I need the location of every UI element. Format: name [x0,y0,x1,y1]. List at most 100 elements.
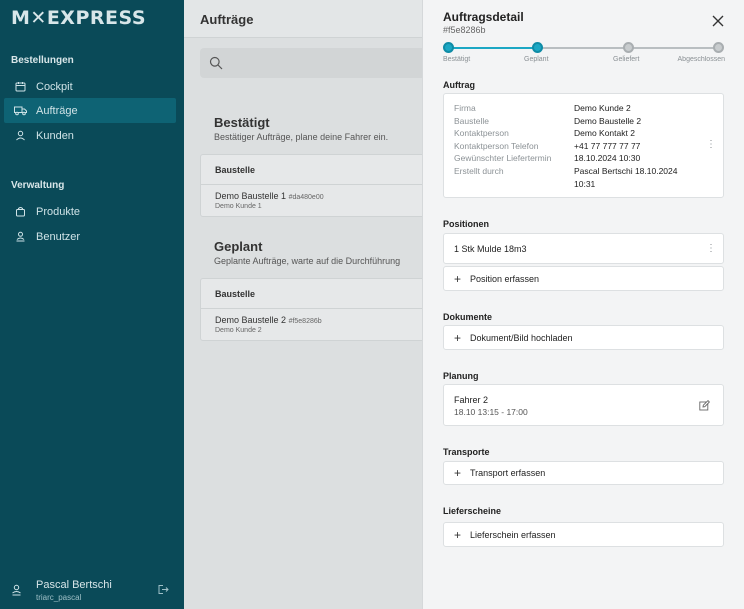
section-title-positionen: Positionen [443,219,490,229]
row-customer: Demo Kunde 2 [215,327,262,334]
order-fields: Firma Demo Kunde 2 Baustelle Demo Baustell… [454,102,699,190]
edit-icon[interactable] [699,399,711,414]
add-delivery-note-label: Lieferschein erfassen [470,529,556,540]
field-value: Demo Kunde 2 [574,103,631,113]
detail-title: Auftragsdetail [443,10,524,24]
step-dot-abgeschlossen [713,42,724,53]
field-label: Firma [454,103,476,113]
group-subtitle: Geplante Aufträge, warte auf die Durchfü… [214,256,401,266]
search-input[interactable] [200,48,460,78]
plus-icon: + [454,527,462,542]
upload-document-label: Dokument/Bild hochladen [470,332,573,343]
field-label: Kontaktperson [454,128,509,139]
page-title: Aufträge [200,12,254,27]
step-dot-geplant [532,42,543,53]
field-label: Gewünschter Liefertermin [454,153,552,164]
field-label: Erstellt durch [454,165,504,176]
more-options-icon[interactable]: ⋮ [706,244,716,254]
table-row[interactable]: Demo Baustelle 2 #f5e8286b Demo Kunde 2 [201,309,459,340]
sidebar-item-label: Produkte [36,205,81,218]
plus-icon: + [454,330,462,345]
order-detail-panel: Auftragsdetail #f5e8286b Bestätigt Gepla… [422,0,744,609]
section-title-planung: Planung [443,371,479,381]
sidebar-item-label: Benutzer [36,230,81,243]
sidebar-section-verwaltung: Verwaltung [11,180,65,191]
add-transport-button[interactable]: + Transport erfassen [443,461,724,485]
section-title-dokumente: Dokumente [443,312,493,322]
orders-table-bestaetigt: Baustelle Demo Baustelle 1 #da480e00 Dem… [200,154,460,217]
group-subtitle: Bestätiger Aufträge, plane deine Fahrer … [214,132,389,142]
more-options-icon[interactable]: ⋮ [706,140,716,150]
section-title-transporte: Transporte [443,447,490,457]
user-profile[interactable]: Pascal Bertschi triarc_pascal [11,578,176,604]
sidebar-item-label: Kunden [36,129,74,142]
detail-order-id: #f5e8286b [443,25,486,35]
field-value: Pascal Bertschi 18.10.2024 10:31 [574,165,678,189]
field-label: Baustelle [454,115,489,126]
field-value: +41 77 777 77 77 [574,140,641,151]
field-row: Kontaktperson Telefon +41 77 777 77 77 [454,140,699,153]
sidebar-item-benutzer[interactable]: Benutzer [4,224,176,249]
add-transport-label: Transport erfassen [470,468,546,478]
field-row: Gewünschter Liefertermin 18.10.2024 10:30 [454,152,699,165]
step-dot-geliefert [623,42,634,53]
sidebar-section-bestellungen: Bestellungen [11,55,74,66]
user-name: Pascal Bertschi [36,579,112,591]
sidebar-item-kunden[interactable]: Kunden [4,123,176,148]
field-value: 18.10.2024 10:30 [574,153,641,164]
row-order-id: #da480e00 [288,194,324,201]
step-label: Geliefert [613,56,640,63]
planning-time: 18.10 13:15 - 17:00 [454,407,528,417]
planning-card: Fahrer 2 18.10 13:15 - 17:00 [443,384,724,426]
add-delivery-note-button[interactable]: + Lieferschein erfassen [443,522,724,547]
row-site-name: Demo Baustelle 1 [215,191,287,201]
sidebar-item-produkte[interactable]: Produkte [4,199,176,224]
field-row: Erstellt durch Pascal Bertschi 18.10.2024… [454,165,699,190]
sidebar-item-cockpit[interactable]: Cockpit [4,74,176,99]
sidebar-item-label: Cockpit [36,80,73,93]
row-order-id: #f5e8286b [288,318,322,325]
step-label: Bestätigt [443,56,471,63]
step-dot-bestaetigt [443,42,454,53]
sidebar-item-label: Aufträge [36,104,78,117]
sidebar: M✕EXPRESS Bestellungen Cockpit Aufträge … [0,0,184,609]
field-row: Kontaktperson Demo Kontakt 2 [454,127,699,140]
calendar-icon [11,81,29,92]
field-label: Kontaktperson Telefon [454,140,539,151]
field-row: Firma Demo Kunde 2 [454,102,699,115]
section-title-lieferscheine: Lieferscheine [443,506,502,516]
step-label: Abgeschlossen [677,56,725,63]
add-position-button[interactable]: + Position erfassen [443,266,724,291]
field-value: Demo Baustelle 2 [574,115,642,126]
search-icon [209,56,223,73]
table-row[interactable]: Demo Baustelle 1 #da480e00 Demo Kunde 1 [201,185,459,216]
sidebar-item-auftraege[interactable]: Aufträge [4,98,176,123]
close-icon[interactable] [711,14,725,28]
plus-icon: + [454,466,462,480]
person-icon [11,130,29,141]
app-logo[interactable]: M✕EXPRESS [11,7,146,29]
column-header-baustelle: Baustelle [201,279,459,309]
step-connector [449,47,537,49]
logout-icon[interactable] [157,584,169,598]
column-header-baustelle: Baustelle [201,155,459,185]
list-item[interactable]: 1 Stk Mulde 18m3 ⋮ [443,233,724,264]
group-title-bestaetigt: Bestätigt [214,115,270,130]
upload-document-button[interactable]: + Dokument/Bild hochladen [443,325,724,350]
status-stepper: Bestätigt Geplant Geliefert Abgeschlosse… [443,42,725,66]
position-label: 1 Stk Mulde 18m3 [454,244,527,254]
orders-table-geplant: Baustelle Demo Baustelle 2 #f5e8286b Dem… [200,278,460,341]
user-login: triarc_pascal [36,593,82,602]
group-title-geplant: Geplant [214,239,263,254]
step-label: Geplant [524,56,549,63]
bag-icon [11,206,29,217]
step-connector [625,47,719,49]
field-row: Baustelle Demo Baustelle 2 [454,115,699,128]
add-position-label: Position erfassen [470,273,540,284]
order-info-card: Firma Demo Kunde 2 Baustelle Demo Baustell… [443,93,724,198]
field-value: Demo Kontakt 2 [574,128,635,139]
user-avatar-icon [11,584,22,599]
row-customer: Demo Kunde 1 [215,203,262,210]
truck-icon [11,105,29,116]
row-site-name: Demo Baustelle 2 [215,315,287,325]
